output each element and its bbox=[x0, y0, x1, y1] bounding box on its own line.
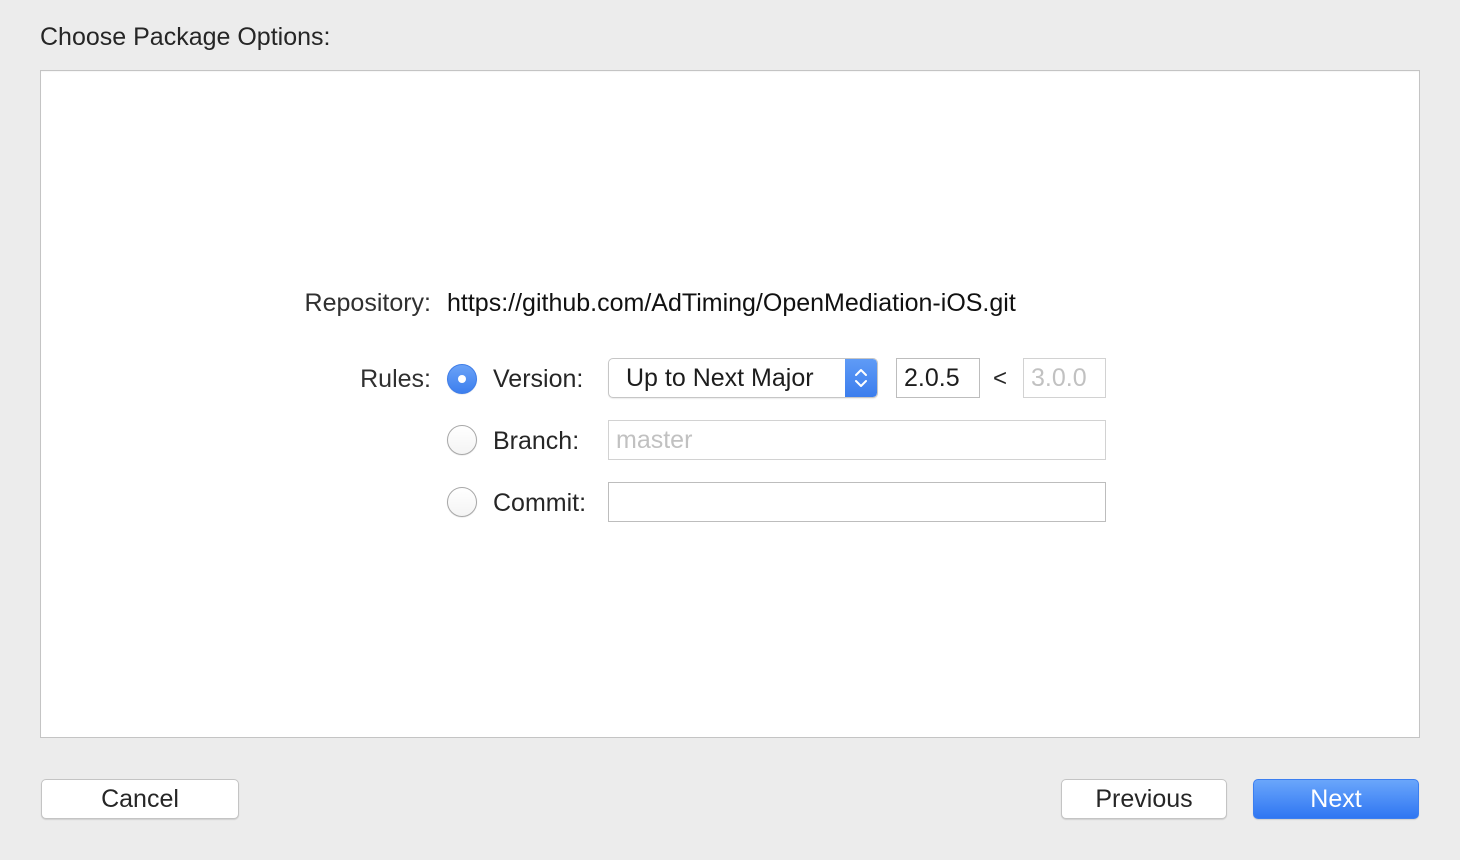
package-options-panel: Repository: https://github.com/AdTiming/… bbox=[40, 70, 1420, 738]
version-rule-value: Up to Next Major bbox=[626, 364, 814, 392]
commit-label: Commit: bbox=[493, 489, 587, 517]
max-version-field[interactable]: 3.0.0 bbox=[1023, 358, 1106, 398]
rules-label: Rules: bbox=[360, 365, 431, 393]
min-version-field[interactable]: 2.0.5 bbox=[896, 358, 980, 398]
repository-label: Repository: bbox=[304, 289, 431, 317]
cancel-button[interactable]: Cancel bbox=[41, 779, 239, 819]
branch-label: Branch: bbox=[493, 427, 580, 455]
branch-radio[interactable] bbox=[447, 425, 477, 455]
version-range-separator: < bbox=[993, 365, 1008, 392]
sheet-title: Choose Package Options: bbox=[40, 23, 331, 51]
version-radio[interactable] bbox=[447, 364, 477, 394]
commit-field[interactable] bbox=[608, 482, 1106, 522]
up-down-chevron-icon bbox=[845, 359, 877, 397]
branch-field[interactable]: master bbox=[608, 420, 1106, 460]
previous-button[interactable]: Previous bbox=[1061, 779, 1227, 819]
version-label: Version: bbox=[493, 365, 584, 393]
repository-url: https://github.com/AdTiming/OpenMediatio… bbox=[447, 289, 1016, 317]
next-button[interactable]: Next bbox=[1253, 779, 1419, 819]
version-rule-popup[interactable]: Up to Next Major bbox=[608, 358, 878, 398]
commit-radio[interactable] bbox=[447, 487, 477, 517]
